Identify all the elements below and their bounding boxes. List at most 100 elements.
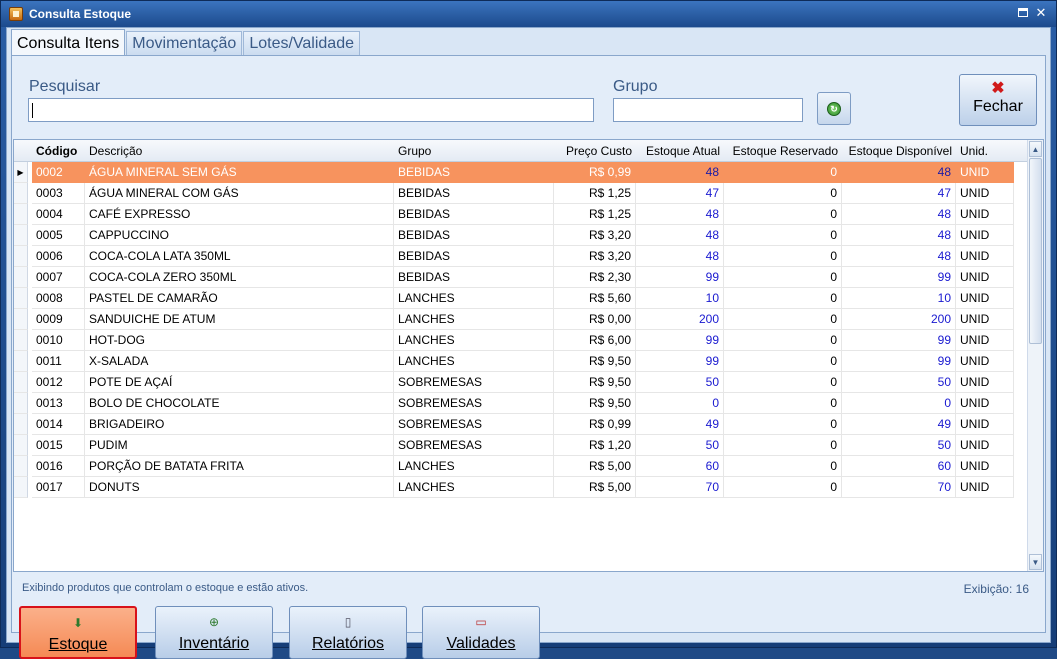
cell-unid[interactable]: UNID <box>956 225 1014 246</box>
cell-codigo[interactable]: 0006 <box>32 246 85 267</box>
cell-preco-custo[interactable]: R$ 9,50 <box>554 351 636 372</box>
row-indicator[interactable] <box>14 456 28 477</box>
cell-estoque-reservado[interactable]: 0 <box>724 372 842 393</box>
row-indicator[interactable] <box>14 288 28 309</box>
cell-estoque-reservado[interactable]: 0 <box>724 330 842 351</box>
scroll-up-icon[interactable]: ▲ <box>1029 141 1042 157</box>
cell-preco-custo[interactable]: R$ 5,60 <box>554 288 636 309</box>
cell-estoque-disponivel[interactable]: 99 <box>842 351 956 372</box>
cell-descricao[interactable]: DONUTS <box>85 477 394 498</box>
tab-movimentacao[interactable]: Movimentação <box>126 31 243 55</box>
group-field[interactable] <box>613 98 803 122</box>
table-row[interactable]: 0003 ÁGUA MINERAL COM GÁS BEBIDAS R$ 1,25 47… <box>14 183 1014 204</box>
row-indicator[interactable] <box>14 309 28 330</box>
cell-descricao[interactable]: PUDIM <box>85 435 394 456</box>
col-codigo[interactable]: Código <box>32 140 87 162</box>
cell-unid[interactable]: UNID <box>956 288 1014 309</box>
cell-estoque-disponivel[interactable]: 99 <box>842 330 956 351</box>
tab-lotes-validade[interactable]: Lotes/Validade <box>243 31 360 55</box>
cell-preco-custo[interactable]: R$ 0,99 <box>554 414 636 435</box>
cell-grupo[interactable]: SOBREMESAS <box>394 435 554 456</box>
cell-estoque-reservado[interactable]: 0 <box>724 393 842 414</box>
cell-codigo[interactable]: 0017 <box>32 477 85 498</box>
cell-estoque-atual[interactable]: 99 <box>636 351 724 372</box>
validades-button[interactable]: ▭ Validades <box>422 606 540 659</box>
col-preco-custo[interactable]: Preço Custo <box>554 140 636 162</box>
close-window-button[interactable]: ✕ <box>1034 6 1048 20</box>
row-indicator[interactable] <box>14 351 28 372</box>
cell-grupo[interactable]: BEBIDAS <box>394 162 554 183</box>
cell-estoque-disponivel[interactable]: 200 <box>842 309 956 330</box>
cell-estoque-disponivel[interactable]: 48 <box>842 162 956 183</box>
cell-estoque-disponivel[interactable]: 49 <box>842 414 956 435</box>
row-indicator[interactable]: ▶ <box>14 162 28 183</box>
cell-preco-custo[interactable]: R$ 1,25 <box>554 183 636 204</box>
cell-estoque-atual[interactable]: 0 <box>636 393 724 414</box>
cell-descricao[interactable]: BRIGADEIRO <box>85 414 394 435</box>
maximize-button[interactable] <box>1016 6 1030 20</box>
cell-estoque-atual[interactable]: 48 <box>636 225 724 246</box>
col-estoque-reservado[interactable]: Estoque Reservado <box>724 140 842 162</box>
cell-estoque-atual[interactable]: 48 <box>636 204 724 225</box>
cell-preco-custo[interactable]: R$ 1,20 <box>554 435 636 456</box>
cell-grupo[interactable]: LANCHES <box>394 456 554 477</box>
row-indicator[interactable] <box>14 372 28 393</box>
table-row[interactable]: 0017 DONUTS LANCHES R$ 5,00 70 0 70 UNID <box>14 477 1014 498</box>
cell-grupo[interactable]: LANCHES <box>394 477 554 498</box>
row-indicator[interactable] <box>14 414 28 435</box>
cell-preco-custo[interactable]: R$ 9,50 <box>554 372 636 393</box>
search-input[interactable] <box>28 98 594 122</box>
cell-grupo[interactable]: BEBIDAS <box>394 204 554 225</box>
cell-unid[interactable]: UNID <box>956 435 1014 456</box>
cell-estoque-reservado[interactable]: 0 <box>724 435 842 456</box>
cell-preco-custo[interactable]: R$ 6,00 <box>554 330 636 351</box>
cell-estoque-atual[interactable]: 48 <box>636 162 724 183</box>
table-row[interactable]: 0009 SANDUICHE DE ATUM LANCHES R$ 0,00 200 0 2… <box>14 309 1014 330</box>
cell-codigo[interactable]: 0008 <box>32 288 85 309</box>
cell-descricao[interactable]: X-SALADA <box>85 351 394 372</box>
cell-grupo[interactable]: LANCHES <box>394 330 554 351</box>
cell-estoque-atual[interactable]: 200 <box>636 309 724 330</box>
table-row[interactable]: 0010 HOT-DOG LANCHES R$ 6,00 99 0 99 UNID <box>14 330 1014 351</box>
cell-codigo[interactable]: 0007 <box>32 267 85 288</box>
cell-grupo[interactable]: BEBIDAS <box>394 225 554 246</box>
cell-estoque-atual[interactable]: 70 <box>636 477 724 498</box>
cell-estoque-atual[interactable]: 50 <box>636 435 724 456</box>
title-bar[interactable]: Consulta Estoque ✕ <box>1 1 1056 27</box>
table-row[interactable]: 0016 PORÇÃO DE BATATA FRITA LANCHES R$ 5,00… <box>14 456 1014 477</box>
cell-estoque-disponivel[interactable]: 48 <box>842 225 956 246</box>
col-descricao[interactable]: Descrição <box>85 140 390 162</box>
scroll-thumb[interactable] <box>1029 158 1042 344</box>
cell-estoque-disponivel[interactable]: 0 <box>842 393 956 414</box>
cell-estoque-reservado[interactable]: 0 <box>724 414 842 435</box>
cell-grupo[interactable]: BEBIDAS <box>394 246 554 267</box>
cell-descricao[interactable]: PASTEL DE CAMARÃO <box>85 288 394 309</box>
inventario-button[interactable]: ⊕ Inventário <box>155 606 273 659</box>
cell-estoque-reservado[interactable]: 0 <box>724 288 842 309</box>
cell-descricao[interactable]: SANDUICHE DE ATUM <box>85 309 394 330</box>
cell-estoque-reservado[interactable]: 0 <box>724 225 842 246</box>
cell-estoque-atual[interactable]: 10 <box>636 288 724 309</box>
cell-descricao[interactable]: ÁGUA MINERAL SEM GÁS <box>85 162 394 183</box>
table-row[interactable]: 0011 X-SALADA LANCHES R$ 9,50 99 0 99 UNID <box>14 351 1014 372</box>
cell-grupo[interactable]: SOBREMESAS <box>394 393 554 414</box>
close-button[interactable]: ✖ Fechar <box>959 74 1037 126</box>
cell-estoque-disponivel[interactable]: 50 <box>842 435 956 456</box>
row-indicator[interactable] <box>14 267 28 288</box>
table-row[interactable]: 0015 PUDIM SOBREMESAS R$ 1,20 50 0 50 UNID <box>14 435 1014 456</box>
cell-grupo[interactable]: BEBIDAS <box>394 267 554 288</box>
cell-unid[interactable]: UNID <box>956 162 1014 183</box>
cell-unid[interactable]: UNID <box>956 456 1014 477</box>
cell-estoque-atual[interactable]: 48 <box>636 246 724 267</box>
cell-estoque-reservado[interactable]: 0 <box>724 267 842 288</box>
estoque-button[interactable]: ⬇ Estoque <box>19 606 137 659</box>
cell-grupo[interactable]: SOBREMESAS <box>394 414 554 435</box>
cell-preco-custo[interactable]: R$ 2,30 <box>554 267 636 288</box>
cell-estoque-disponivel[interactable]: 10 <box>842 288 956 309</box>
cell-descricao[interactable]: HOT-DOG <box>85 330 394 351</box>
vertical-scrollbar[interactable]: ▲ ▼ <box>1027 140 1043 571</box>
cell-unid[interactable]: UNID <box>956 477 1014 498</box>
cell-unid[interactable]: UNID <box>956 414 1014 435</box>
row-indicator[interactable] <box>14 330 28 351</box>
cell-unid[interactable]: UNID <box>956 309 1014 330</box>
